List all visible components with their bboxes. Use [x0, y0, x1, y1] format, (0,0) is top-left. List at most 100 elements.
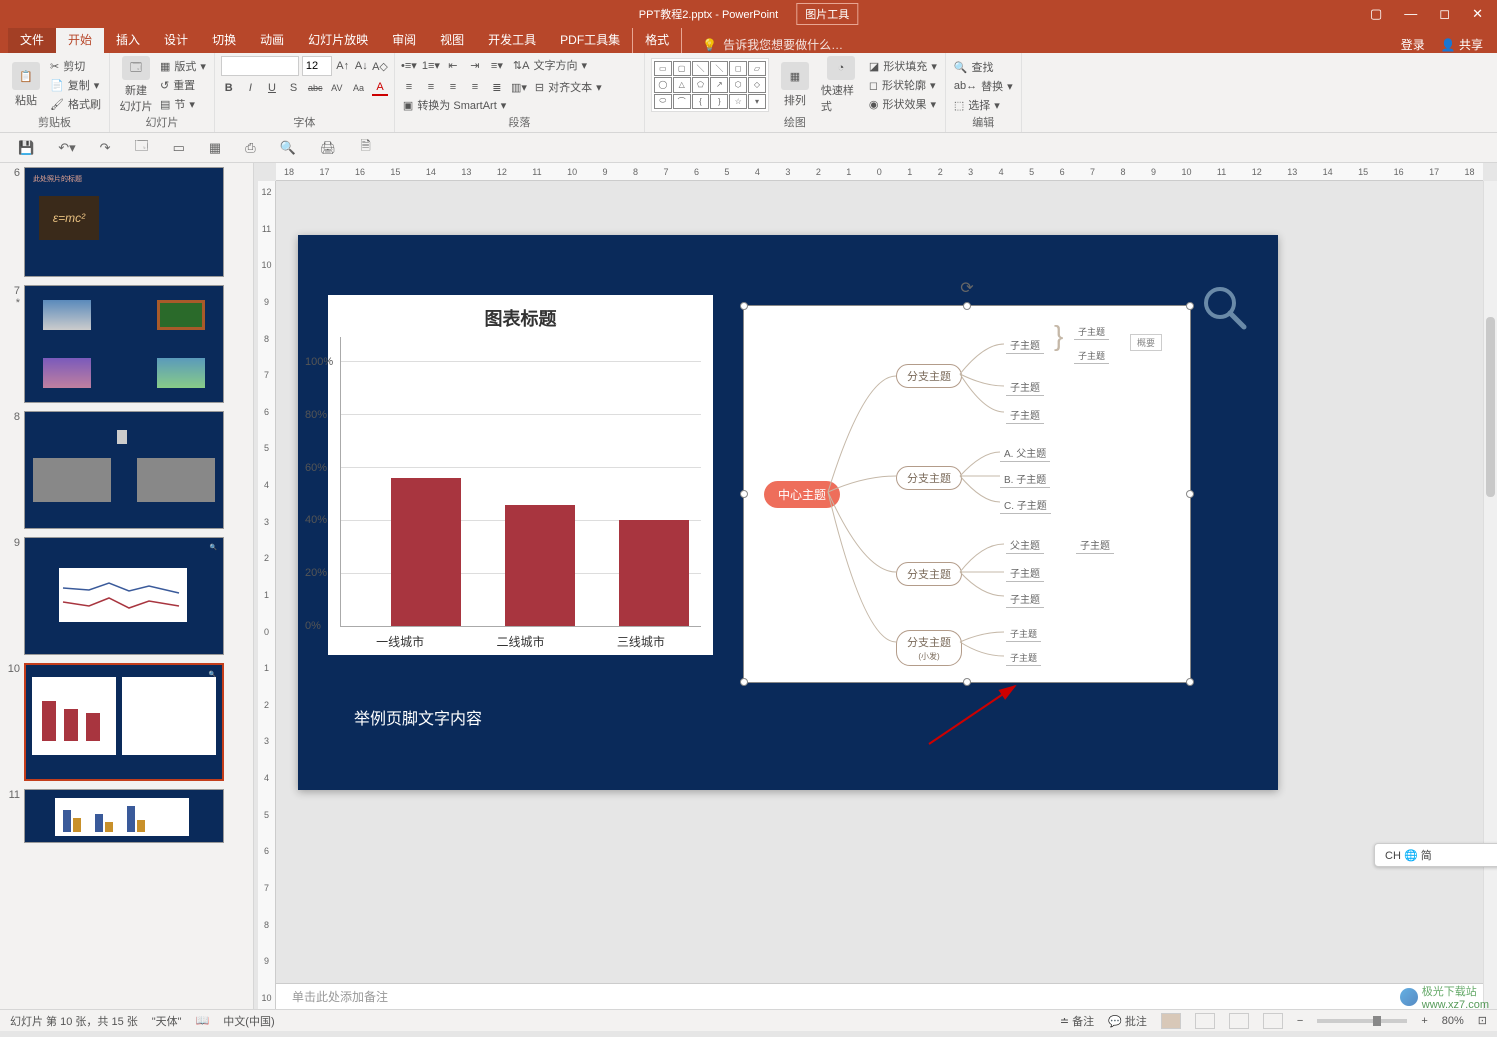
tab-transitions[interactable]: 切换	[200, 27, 248, 53]
selection-handle[interactable]	[1186, 678, 1194, 686]
align-left-button[interactable]: ≡	[401, 79, 417, 95]
line-spacing-button[interactable]: ≡▾	[489, 57, 505, 73]
status-language[interactable]: 中文(中国)	[223, 1013, 274, 1029]
slideshow-view-button[interactable]	[1263, 1013, 1283, 1029]
fit-to-window-button[interactable]: ⊡	[1478, 1014, 1487, 1027]
tab-home[interactable]: 开始	[56, 27, 104, 53]
columns-button[interactable]: ▥▾	[511, 79, 527, 95]
minimize-icon[interactable]: —	[1404, 6, 1417, 22]
reset-button[interactable]: ↺重置	[158, 76, 208, 94]
rotate-handle-icon[interactable]: ⟳	[960, 278, 973, 298]
spell-check-icon[interactable]: 📖	[196, 1014, 210, 1027]
zoom-slider-knob[interactable]	[1373, 1016, 1381, 1026]
maximize-icon[interactable]: ◻	[1439, 6, 1450, 22]
zoom-in-button[interactable]: +	[1421, 1015, 1427, 1027]
bullets-button[interactable]: •≡▾	[401, 57, 417, 73]
numbering-button[interactable]: 1≡▾	[423, 57, 439, 73]
qat-icon-7[interactable]: ⎙	[245, 140, 255, 156]
find-button[interactable]: 🔍查找	[952, 58, 1015, 76]
tab-file[interactable]: 文件	[8, 27, 56, 53]
arrange-button[interactable]: ▦排列	[775, 56, 815, 114]
thumb-slide-8[interactable]	[24, 411, 224, 529]
cut-button[interactable]: ✂剪切	[48, 57, 103, 75]
tab-review[interactable]: 审阅	[380, 27, 428, 53]
qat-icon-8[interactable]: 🔍	[280, 140, 296, 156]
tab-slideshow[interactable]: 幻灯片放映	[296, 27, 380, 53]
notes-toggle[interactable]: ≐ 备注	[1060, 1013, 1094, 1029]
selection-handle[interactable]	[963, 302, 971, 310]
vertical-scrollbar[interactable]	[1483, 181, 1497, 1009]
qat-icon-4[interactable]: 🗔	[135, 137, 149, 159]
strike-button[interactable]: abc	[307, 80, 323, 96]
mindmap-image-selected[interactable]: ⟳ 中心主题 分支主题 分支主题 分支主题 分支主题(小发) 子主题 子主题 子…	[743, 305, 1191, 683]
undo-icon[interactable]: ↶▾	[58, 140, 75, 156]
save-icon[interactable]: 💾	[18, 140, 34, 156]
selection-handle[interactable]	[1186, 302, 1194, 310]
increase-indent-button[interactable]: ⇥	[467, 57, 483, 73]
quick-styles-button[interactable]: ◔快速样式	[821, 56, 861, 114]
comments-toggle[interactable]: 💬 批注	[1108, 1013, 1147, 1029]
shape-effects-button[interactable]: ◉形状效果 ▾	[867, 95, 939, 113]
thumb-slide-7[interactable]	[24, 285, 224, 403]
notes-pane[interactable]: 单击此处添加备注	[276, 983, 1483, 1009]
italic-button[interactable]: I	[243, 80, 259, 96]
convert-smartart-button[interactable]: ▣转换为 SmartArt ▾	[401, 96, 508, 114]
tab-developer[interactable]: 开发工具	[476, 27, 548, 53]
redo-icon[interactable]: ↷	[100, 140, 111, 156]
tell-me-search[interactable]: 💡 告诉我您想要做什么…	[702, 36, 843, 53]
tab-design[interactable]: 设计	[152, 27, 200, 53]
layout-button[interactable]: ▦版式 ▾	[158, 57, 208, 75]
replace-button[interactable]: ab↔替换 ▾	[952, 77, 1015, 95]
slide-thumbnails-panel[interactable]: 6 此处照片的标题 ε=mc² 7* 8 9	[0, 163, 254, 1009]
align-justify-button[interactable]: ≡	[467, 79, 483, 95]
decrease-font-icon[interactable]: A↓	[354, 58, 370, 74]
ime-indicator[interactable]: CH 🌐 简	[1374, 843, 1497, 867]
ribbon-display-options-icon[interactable]: ▢	[1370, 6, 1382, 22]
tab-pdftools[interactable]: PDF工具集	[548, 27, 632, 53]
change-case-button[interactable]: Aa	[351, 80, 367, 96]
format-painter-button[interactable]: 🖌格式刷	[48, 95, 103, 113]
decrease-indent-button[interactable]: ⇤	[445, 57, 461, 73]
increase-font-icon[interactable]: A↑	[335, 58, 351, 74]
thumb-slide-6[interactable]: 此处照片的标题 ε=mc²	[24, 167, 224, 277]
selection-handle[interactable]	[1186, 490, 1194, 498]
tab-format[interactable]: 格式	[632, 26, 682, 53]
thumb-slide-10[interactable]: 🔍	[24, 663, 224, 781]
paste-button[interactable]: 📋 粘贴	[6, 56, 46, 114]
char-spacing-button[interactable]: AV	[329, 80, 345, 96]
clear-format-icon[interactable]: A◇	[372, 58, 388, 74]
underline-button[interactable]: U	[264, 80, 280, 96]
thumb-slide-11[interactable]	[24, 789, 224, 843]
slide-editing-stage[interactable]: 图表标题 0%20%40%60%80%100% 一线城市二线城市三线城市 ⟳ 中…	[298, 235, 1278, 790]
selection-handle[interactable]	[740, 490, 748, 498]
close-icon[interactable]: ✕	[1472, 6, 1483, 22]
align-right-button[interactable]: ≡	[445, 79, 461, 95]
normal-view-button[interactable]	[1161, 1013, 1181, 1029]
copy-button[interactable]: 📄复制 ▾	[48, 76, 103, 94]
reading-view-button[interactable]	[1229, 1013, 1249, 1029]
bold-button[interactable]: B	[221, 80, 237, 96]
shape-fill-button[interactable]: ◪形状填充 ▾	[867, 57, 939, 75]
font-color-button[interactable]: A	[372, 80, 388, 96]
section-button[interactable]: ▤节 ▾	[158, 95, 208, 113]
shadow-button[interactable]: S	[286, 80, 302, 96]
scrollbar-thumb[interactable]	[1486, 317, 1495, 497]
share-button[interactable]: 👤 共享	[1441, 36, 1483, 53]
qat-icon-10[interactable]: 🗎	[360, 137, 370, 159]
selection-handle[interactable]	[740, 302, 748, 310]
qat-icon-9[interactable]: 🖨	[320, 140, 337, 156]
font-size-combo[interactable]	[302, 56, 332, 76]
new-slide-button[interactable]: 🗔 新建 幻灯片	[116, 56, 156, 114]
thumb-slide-9[interactable]: 🔍	[24, 537, 224, 655]
chart-object[interactable]: 图表标题 0%20%40%60%80%100% 一线城市二线城市三线城市	[328, 295, 713, 655]
select-button[interactable]: ⬚选择 ▾	[952, 96, 1015, 114]
text-direction-button[interactable]: ⇅A文字方向 ▾	[511, 56, 589, 74]
selection-handle[interactable]	[740, 678, 748, 686]
font-family-combo[interactable]	[221, 56, 299, 76]
tab-view[interactable]: 视图	[428, 27, 476, 53]
align-text-button[interactable]: ⊟对齐文本 ▾	[533, 78, 604, 96]
sorter-view-button[interactable]	[1195, 1013, 1215, 1029]
distribute-button[interactable]: ≣	[489, 79, 505, 95]
qat-icon-5[interactable]: ▭	[173, 140, 185, 156]
qat-icon-6[interactable]: ▦	[209, 140, 221, 156]
